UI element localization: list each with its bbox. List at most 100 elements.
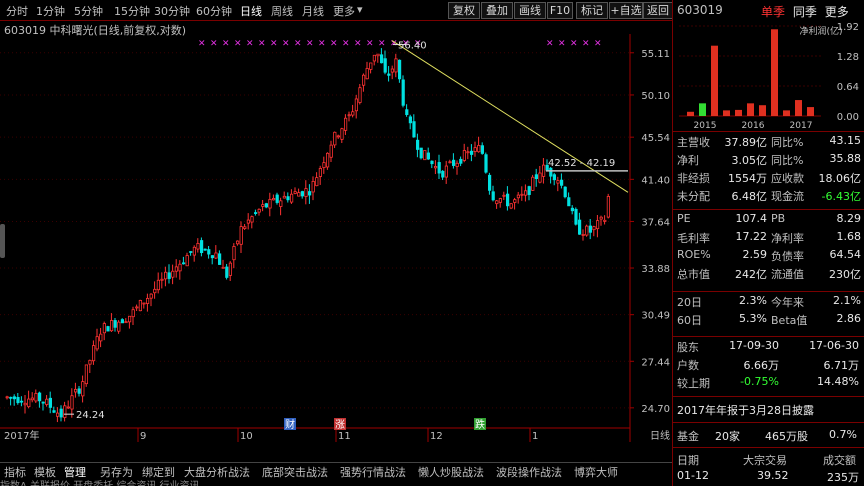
holder-v2: 6.71万 (823, 359, 860, 372)
holder-l1: 股东 (677, 341, 699, 354)
toolbar-button-3[interactable]: F10 (547, 2, 573, 19)
candle-body (563, 186, 567, 198)
signal-marker: ✕ (294, 39, 302, 49)
block-trade-row[interactable]: 01-12 39.52 235万 (677, 469, 861, 484)
candle-body (448, 161, 452, 164)
candle-body (538, 172, 542, 183)
period-1[interactable]: 1分钟 (36, 3, 65, 19)
candle-body (379, 54, 384, 64)
candle-body (578, 219, 582, 235)
left-collapse-handle[interactable] (0, 224, 5, 258)
signal-marker: ✕ (234, 39, 242, 49)
candle-body (498, 198, 503, 203)
candle-body (513, 199, 517, 203)
period-0[interactable]: 分时 (6, 3, 28, 19)
candle-body (27, 398, 31, 408)
candle-body (527, 186, 531, 195)
toolbar-button-6[interactable]: 返回 (643, 2, 673, 19)
candle-body (603, 219, 607, 222)
candle-body (318, 168, 323, 177)
period-6[interactable]: 日线 (240, 3, 262, 19)
period-4[interactable]: 30分钟 (154, 3, 190, 19)
signal-marker: ✕ (210, 39, 218, 49)
candle-body (307, 191, 312, 196)
val-row: 毛利率 17.22 净利率 1.68 (677, 230, 861, 247)
more-dropdown-icon[interactable]: ▾ (357, 3, 363, 16)
candle-body (394, 58, 398, 73)
fin-row: 未分配 6.48亿 现金流 -6.43亿 (677, 188, 861, 205)
toolbar-button-2[interactable]: 画线 (514, 2, 546, 19)
candle-body (268, 198, 272, 209)
candle-body (304, 188, 308, 197)
candle-body (23, 402, 27, 406)
period-3[interactable]: 15分钟 (114, 3, 150, 19)
period-5[interactable]: 60分钟 (196, 3, 232, 19)
tab-more[interactable]: 更多 (825, 5, 849, 19)
profit-axis-label: 0.00 (837, 112, 859, 123)
y-axis-label: 37.64 (641, 217, 670, 228)
kline-chart[interactable]: 55.11 50.10 45.54 41.40 37.64 33.88 30.49 27.44… (0, 34, 672, 462)
candle-body (466, 151, 470, 154)
signal-marker: ✕ (318, 39, 326, 49)
tab-single-quarter[interactable]: 单季 (761, 5, 785, 19)
block-amount: 235万 (827, 471, 859, 484)
candle-body (524, 190, 528, 196)
profit-bar (759, 105, 766, 116)
candle-body (387, 73, 391, 76)
period-8[interactable]: 月线 (302, 3, 324, 19)
candle-body (516, 194, 521, 199)
period-2[interactable]: 5分钟 (74, 3, 103, 19)
high-annotation: 56.40 (398, 41, 427, 52)
candle-body (203, 248, 207, 251)
candle-body (5, 396, 9, 399)
val-v1: 2.59 (742, 248, 768, 261)
candle-body (343, 117, 348, 131)
candle-body (88, 359, 92, 365)
shareholder-summary: 股东 17-09-30 17-06-30 户数 6.66万 6.71万 较上期 -0.75% 1… (673, 339, 864, 395)
candle-body (462, 150, 467, 161)
profit-bar (735, 109, 742, 116)
tab-same-quarter[interactable]: 同季 (793, 5, 817, 19)
candle-body (354, 98, 359, 112)
candle-body (261, 204, 265, 207)
trend-line[interactable] (391, 40, 629, 193)
profit-bar (783, 110, 790, 116)
val-l1: PE (677, 212, 691, 225)
candle-body (106, 326, 110, 332)
fund-shares: 465万股 (765, 430, 808, 443)
valuation-summary: PE 107.4 PB 8.29 毛利率 17.22 净利率 1.68 ROE% 2.59 负债率 6… (673, 212, 864, 284)
fin-l1: 非经损 (677, 172, 710, 185)
candle-body (560, 179, 564, 186)
val-v1: 107.4 (735, 212, 768, 225)
candle-body (185, 255, 189, 267)
range-annotation: 42.52 - 42.19 (548, 158, 615, 169)
candle-body (556, 180, 560, 184)
candle-body (419, 147, 423, 159)
info-panel: 603019 单季 同季 更多 1.92 1.28 0.64 0.00 净利润(亿) 20… (672, 0, 864, 486)
fin-v1: 6.48亿 (731, 190, 768, 203)
x-axis-label: 10 (240, 431, 253, 442)
candle-body (217, 253, 222, 265)
val-l1: 总市值 (677, 268, 710, 281)
profit-bar (723, 110, 730, 116)
profit-year-label: 2015 (694, 121, 717, 130)
toolbar-button-1[interactable]: 叠加 (481, 2, 513, 19)
candle-body (199, 240, 204, 254)
toolbar-button-4[interactable]: 标记 (576, 2, 608, 19)
candle-body (246, 219, 250, 224)
signal-marker: ✕ (594, 39, 602, 49)
candle-body (282, 195, 287, 199)
candle-body (455, 162, 459, 167)
candle-body (135, 306, 139, 309)
holder-v2: 17-06-30 (809, 339, 859, 352)
period-7[interactable]: 周线 (271, 3, 293, 19)
panel-code: 603019 (677, 3, 723, 17)
val-v2: 8.29 (836, 212, 862, 225)
signal-marker: ✕ (222, 39, 230, 49)
candle-body (441, 170, 445, 178)
toolbar-button-0[interactable]: 复权 (448, 2, 480, 19)
period-9[interactable]: 更多 (333, 3, 355, 19)
toolbar-button-5[interactable]: +自选 (609, 2, 643, 19)
fund-row[interactable]: 基金 20家 465万股 0.7% (677, 428, 861, 444)
candle-body (495, 200, 499, 205)
